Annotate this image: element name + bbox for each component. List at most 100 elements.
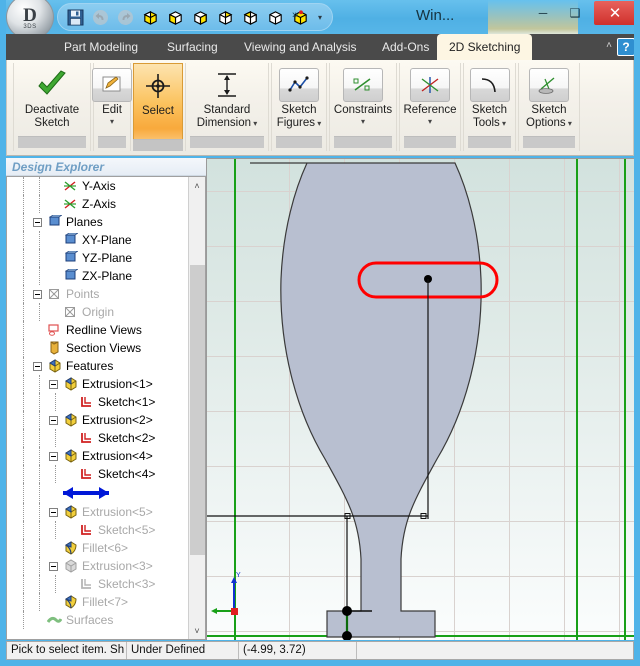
tree-item-origin[interactable]: Origin: [7, 303, 189, 321]
view-isometric-icon[interactable]: [141, 8, 160, 27]
tree-item-planes[interactable]: Planes: [7, 213, 189, 231]
close-button[interactable]: ✕: [594, 1, 636, 25]
qat-overflow-icon[interactable]: »: [292, 9, 298, 21]
design-explorer-pane[interactable]: Y-Axis Z-Axis Planes XY-Plane YZ-Plane ZX-Pla…: [6, 176, 206, 640]
tab-part-modeling[interactable]: Part Modeling: [52, 34, 150, 60]
view-right-icon[interactable]: [216, 8, 235, 27]
tree-expander-collapse-icon[interactable]: [49, 415, 58, 425]
tree-expander-collapse-icon[interactable]: [49, 507, 58, 517]
tree-item-extrusion4[interactable]: Extrusion<4>: [7, 447, 189, 465]
tree-item-sketch3[interactable]: Sketch<3>: [7, 575, 189, 593]
tree-item-icon-wrap: [47, 323, 62, 337]
view-bottom-icon[interactable]: [241, 8, 260, 27]
tree-expander-collapse-icon[interactable]: [33, 289, 42, 299]
tree-expander-collapse-icon[interactable]: [49, 451, 58, 461]
minimize-button[interactable]: ─: [528, 2, 558, 24]
tree-item-extrusion3[interactable]: Extrusion<3>: [7, 557, 189, 575]
sketch-geometry[interactable]: Y: [207, 159, 634, 640]
tree-item-y-axis[interactable]: Y-Axis: [7, 177, 189, 195]
tree-item-label: Sketch<5>: [98, 523, 156, 537]
edit-caret-icon[interactable]: ▾: [110, 117, 114, 126]
scroll-up-button[interactable]: ˄: [189, 177, 205, 194]
tree-expander-collapse-icon[interactable]: [33, 217, 42, 227]
tree-expander-collapse-icon[interactable]: [33, 361, 42, 371]
ribbon-group-edit[interactable]: Edit ▾: [92, 63, 132, 151]
ribbon-group-select[interactable]: Select: [133, 63, 183, 151]
constraints-caret-icon[interactable]: ▾: [361, 117, 365, 126]
rollback-bar[interactable]: [7, 483, 189, 503]
scrollbar-thumb[interactable]: [190, 265, 205, 555]
tree-item-extrusion2[interactable]: Extrusion<2>: [7, 411, 189, 429]
tree-item-points[interactable]: Points: [7, 285, 189, 303]
standard-dimension-label-2: Dimension: [196, 117, 252, 129]
tree-expander-collapse-icon[interactable]: [49, 561, 58, 571]
tree-guide-line: [39, 465, 40, 483]
ribbon-group-reference[interactable]: Reference ▾: [399, 63, 461, 151]
feature-tree[interactable]: Y-Axis Z-Axis Planes XY-Plane YZ-Plane ZX-Pla…: [7, 177, 189, 629]
view-left-icon[interactable]: [266, 8, 285, 27]
tree-item-label: Extrusion<1>: [82, 377, 153, 391]
tree-item-fillet7[interactable]: Fillet<7>: [7, 593, 189, 611]
tree-guide-line: [23, 249, 24, 267]
tree-item-sketch2[interactable]: Sketch<2>: [7, 429, 189, 447]
view-front-icon[interactable]: [166, 8, 185, 27]
tree-item-surfaces[interactable]: Surfaces: [7, 611, 189, 629]
tree-item-extrusion1[interactable]: Extrusion<1>: [7, 375, 189, 393]
tree-guide-line: [39, 429, 40, 447]
ribbon-group-constraints[interactable]: Constraints ▾: [329, 63, 397, 151]
tree-item-zx-plane[interactable]: ZX-Plane: [7, 267, 189, 285]
sketch-tools-caret-icon[interactable]: ▾: [500, 119, 506, 128]
select-button[interactable]: Select: [133, 63, 183, 151]
ribbon-collapse-icon[interactable]: ˄: [606, 40, 612, 51]
ribbon-group-sketch-options[interactable]: Sketch Options ▾: [518, 63, 580, 151]
qat-dropdown-icon[interactable]: ▾: [318, 13, 322, 22]
tab-viewing-and-analysis[interactable]: Viewing and Analysis: [232, 34, 369, 60]
sketch-figures-caret-icon[interactable]: ▾: [315, 119, 321, 128]
deactivate-sketch-label-2: Sketch: [34, 117, 70, 129]
tree-expander-collapse-icon[interactable]: [49, 379, 58, 389]
tree-item-icon-wrap: [63, 197, 78, 211]
tree-guide-line: [55, 465, 56, 483]
tab-2d-sketching[interactable]: 2D Sketching: [437, 34, 533, 60]
extrusion-icon: [65, 505, 77, 519]
tree-guide-line: [39, 503, 40, 521]
tree-item-yz-plane[interactable]: YZ-Plane: [7, 249, 189, 267]
group-footer: [276, 136, 322, 148]
tree-item-icon-wrap: [79, 467, 94, 481]
tree-guide-line: [39, 521, 40, 539]
tree-guide-line: [23, 177, 24, 195]
tree-item-icon-wrap: [79, 395, 94, 409]
tree-item-sketch5[interactable]: Sketch<5>: [7, 521, 189, 539]
tree-item-xy-plane[interactable]: XY-Plane: [7, 231, 189, 249]
tree-item-extrusion5[interactable]: Extrusion<5>: [7, 503, 189, 521]
ribbon-group-sketch-tools[interactable]: Sketch Tools ▾: [463, 63, 516, 151]
tree-item-features[interactable]: Features: [7, 357, 189, 375]
scroll-down-button[interactable]: ˅: [189, 622, 205, 639]
redo-icon[interactable]: [116, 8, 135, 27]
tree-item-fillet6[interactable]: Fillet<6>: [7, 539, 189, 557]
tree-item-sketch1[interactable]: Sketch<1>: [7, 393, 189, 411]
ribbon-group-standard-dimension[interactable]: Standard Dimension ▾: [185, 63, 269, 151]
tree-item-icon-wrap: [47, 214, 64, 229]
rollback-bar-icon[interactable]: [55, 485, 117, 501]
tab-add-ons[interactable]: Add-Ons: [370, 34, 441, 60]
tree-item-redline views[interactable]: Redline Views: [7, 321, 189, 339]
ribbon-group-deactivate-sketch[interactable]: Deactivate Sketch: [13, 63, 91, 151]
undo-icon[interactable]: [91, 8, 110, 27]
sketch-viewport[interactable]: Y: [206, 158, 634, 640]
help-button[interactable]: ?: [617, 38, 635, 56]
tree-item-sketch4[interactable]: Sketch<4>: [7, 465, 189, 483]
tab-surfacing[interactable]: Surfacing: [155, 34, 230, 60]
reference-caret-icon[interactable]: ▾: [428, 117, 432, 126]
tree-guide-line: [39, 557, 40, 575]
view-top-icon[interactable]: [191, 8, 210, 27]
standard-dimension-caret-icon[interactable]: ▾: [251, 119, 257, 128]
tree-item-z-axis[interactable]: Z-Axis: [7, 195, 189, 213]
maximize-button[interactable]: ❑: [560, 2, 590, 24]
sketch-options-caret-icon[interactable]: ▾: [566, 119, 572, 128]
ribbon-group-sketch-figures[interactable]: Sketch Figures ▾: [271, 63, 327, 151]
tree-item-icon-wrap: [63, 179, 78, 193]
save-icon[interactable]: [66, 8, 85, 27]
tree-scrollbar[interactable]: ˄ ˅: [188, 177, 205, 639]
tree-item-section views[interactable]: Section Views: [7, 339, 189, 357]
